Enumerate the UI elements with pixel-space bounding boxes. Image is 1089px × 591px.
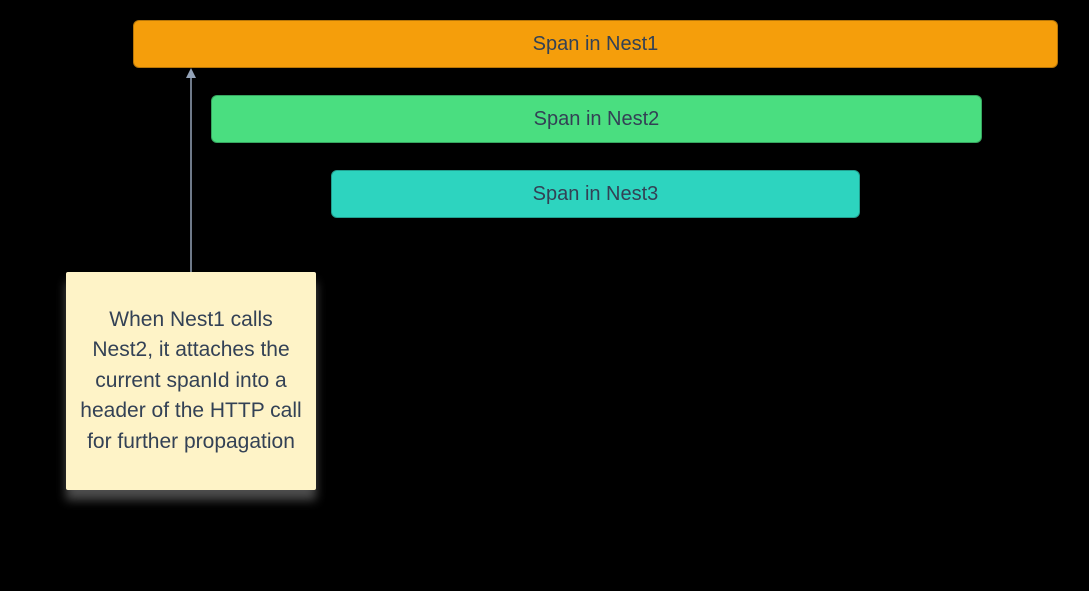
span-label-nest3: Span in Nest3: [533, 183, 659, 206]
span-bar-nest2: Span in Nest2: [211, 95, 982, 143]
span-label-nest1: Span in Nest1: [533, 33, 659, 56]
arrow-icon: [186, 68, 196, 272]
callout-note: When Nest1 calls Nest2, it attaches the …: [66, 272, 316, 490]
span-label-nest2: Span in Nest2: [534, 108, 660, 131]
callout-note-text: When Nest1 calls Nest2, it attaches the …: [80, 305, 302, 457]
span-bar-nest1: Span in Nest1: [133, 20, 1058, 68]
span-bar-nest3: Span in Nest3: [331, 170, 860, 218]
